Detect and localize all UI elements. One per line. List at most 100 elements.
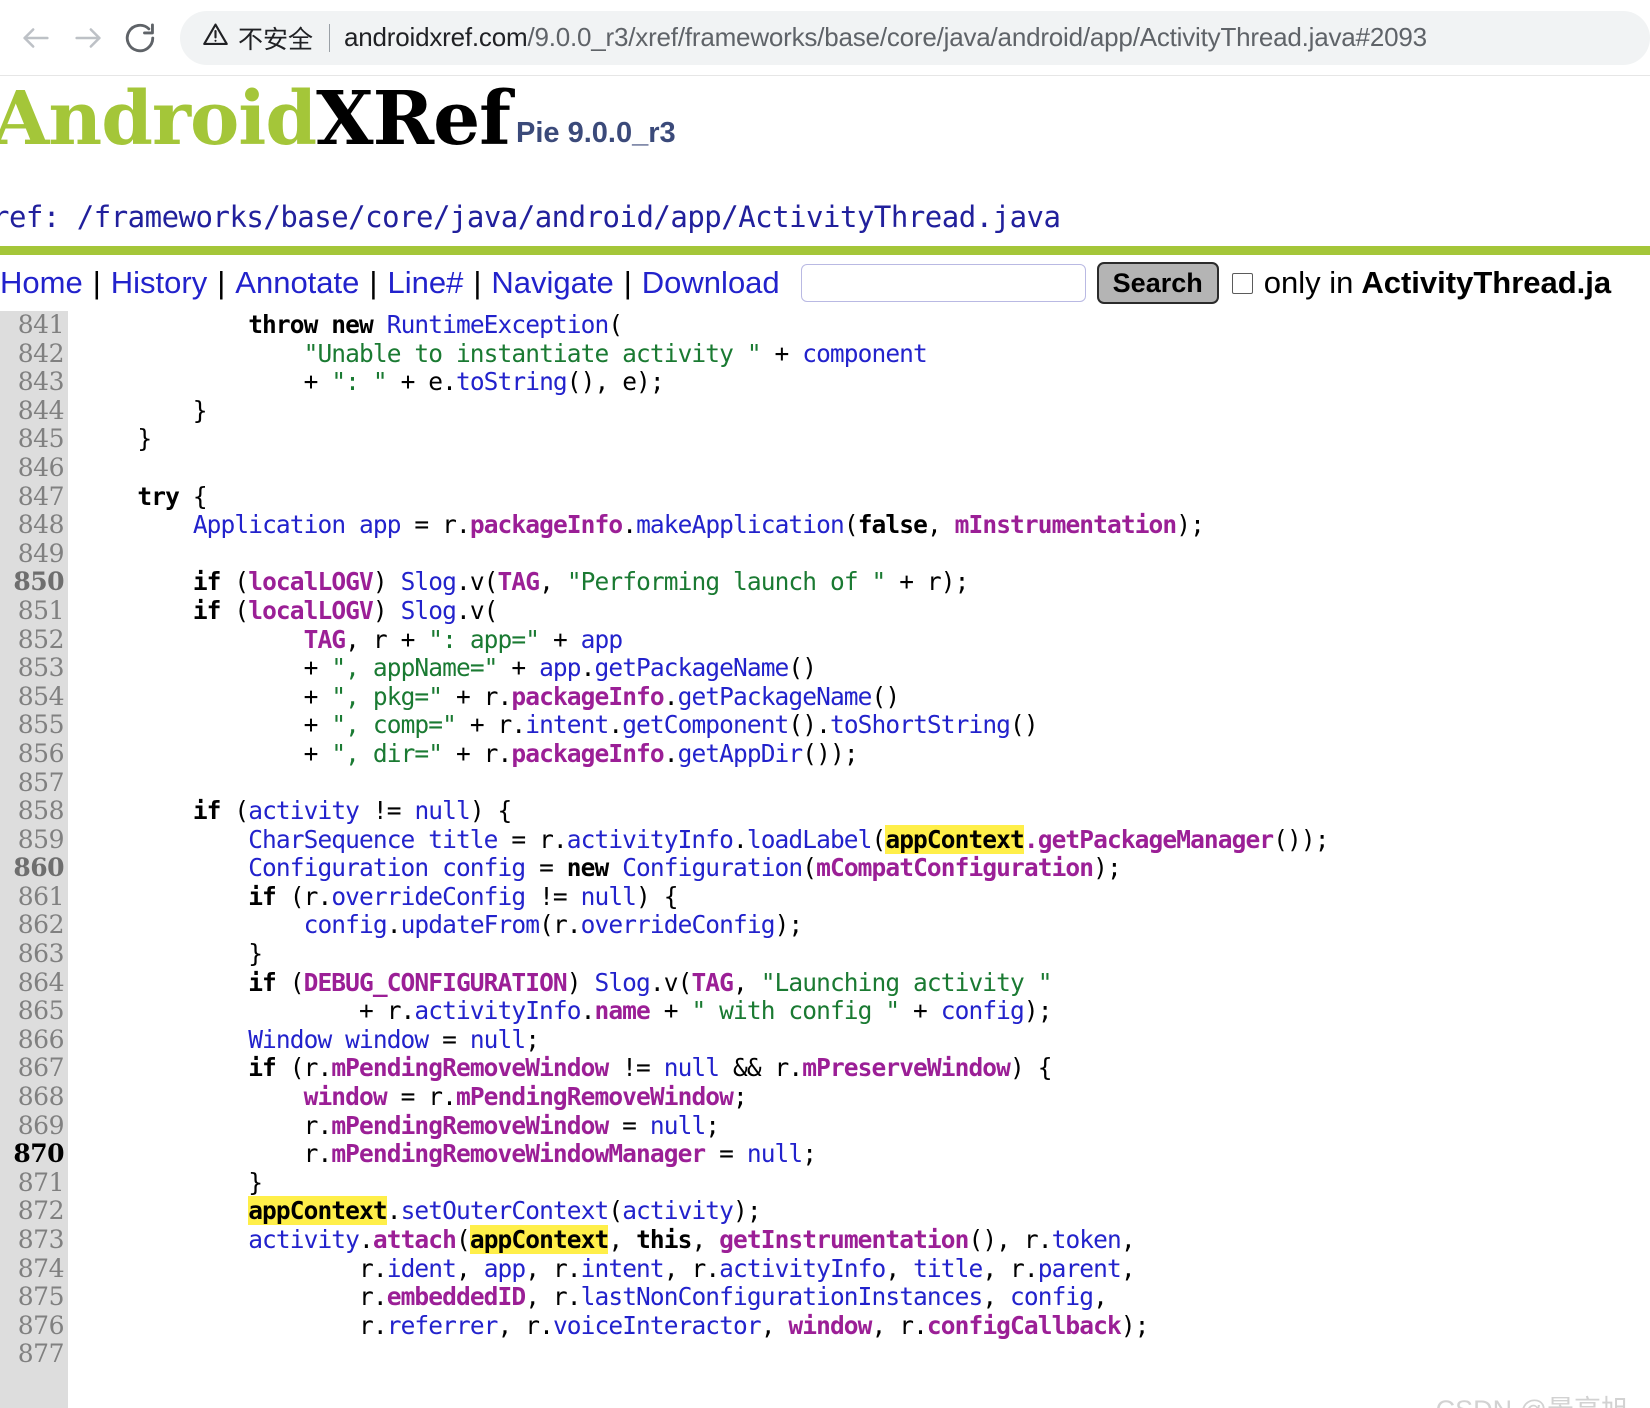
code-token: ,	[691, 1225, 720, 1254]
code-line: 854 + ", pkg=" + r.packageInfo.getPackag…	[0, 681, 1650, 712]
code-token: +	[82, 738, 332, 768]
breadcrumb-path[interactable]: /frameworks/base/core/java/android/app/A…	[60, 200, 1061, 234]
line-number[interactable]: 874	[0, 1254, 65, 1284]
code-token: mCompatConfiguration	[816, 853, 1094, 883]
nav-separator: |	[623, 265, 632, 300]
line-number[interactable]: 862	[0, 911, 65, 940]
line-number[interactable]: 846	[0, 453, 65, 483]
line-number[interactable]: 852	[0, 625, 65, 655]
site-logo[interactable]: AndroidXRef Pie 9.0.0_r3	[0, 82, 676, 156]
security-status[interactable]: 不安全	[202, 20, 313, 56]
line-number[interactable]: 876	[0, 1311, 65, 1341]
line-number[interactable]: 856	[0, 739, 65, 769]
code-token: null	[746, 1139, 803, 1169]
breadcrumb-label: ref:	[0, 200, 60, 234]
code-token: + r.	[82, 996, 415, 1026]
logo-xref-text: XRef	[316, 76, 511, 162]
code-token: (), r.	[968, 1225, 1052, 1254]
line-number[interactable]: 864	[0, 968, 65, 998]
nav-item-navigate[interactable]: Navigate	[482, 265, 622, 301]
nav-separator: |	[473, 265, 482, 300]
line-number[interactable]: 860	[0, 854, 64, 883]
line-number[interactable]: 843	[0, 368, 65, 397]
code-token: configCallback	[926, 1310, 1122, 1340]
line-number[interactable]: 855	[0, 711, 65, 740]
line-number[interactable]: 867	[0, 1054, 65, 1083]
code-token: );	[774, 910, 804, 940]
line-number[interactable]: 861	[0, 882, 65, 912]
code-token: =	[705, 1139, 747, 1169]
code-text: }	[82, 1168, 263, 1198]
address-bar[interactable]: 不安全 androidxref.com/9.0.0_r3/xref/framew…	[180, 10, 1650, 65]
line-number[interactable]: 868	[0, 1082, 65, 1112]
code-token: localLOGV	[248, 595, 374, 625]
code-token: Configuration	[622, 853, 803, 883]
line-number[interactable]: 845	[0, 425, 65, 454]
search-input[interactable]	[800, 264, 1086, 302]
breadcrumb[interactable]: ref: /frameworks/base/core/java/android/…	[0, 176, 1650, 246]
code-text: "Unable to instantiate activity " + comp…	[82, 339, 928, 369]
line-number[interactable]: 869	[0, 1111, 65, 1141]
code-line: 873 activity.attach(appContext, this, ge…	[0, 1225, 1650, 1255]
line-number[interactable]: 866	[0, 1025, 65, 1055]
code-token: r.	[82, 1139, 333, 1169]
line-number[interactable]: 851	[0, 596, 65, 626]
code-text: try {	[82, 482, 207, 512]
line-number[interactable]: 863	[0, 939, 65, 969]
line-number[interactable]: 859	[0, 825, 65, 855]
code-line: 846	[0, 453, 1650, 483]
line-number[interactable]: 872	[0, 1197, 65, 1226]
code-token: ", comp="	[331, 710, 457, 740]
back-button[interactable]	[10, 12, 62, 64]
line-number[interactable]: 850	[0, 568, 64, 597]
line-number[interactable]: 871	[0, 1168, 65, 1198]
nav-item-line-number[interactable]: Line#	[378, 265, 472, 301]
only-in-file-checkbox[interactable]	[1231, 272, 1253, 294]
line-number[interactable]: 857	[0, 768, 65, 798]
code-token: );	[1093, 853, 1122, 883]
line-number[interactable]: 842	[0, 339, 65, 369]
nav-item-home[interactable]: Home	[0, 265, 92, 301]
source-code-viewer[interactable]: 841 throw new RuntimeException(842 "Unab…	[0, 311, 1650, 1408]
code-line: 869 r.mPendingRemoveWindow = null;	[0, 1111, 1650, 1141]
code-line: 841 throw new RuntimeException(	[0, 311, 1650, 340]
line-number[interactable]: 870	[0, 1140, 64, 1169]
search-button[interactable]: Search	[1096, 262, 1219, 304]
line-number[interactable]: 858	[0, 796, 65, 826]
only-in-label: only in	[1263, 265, 1354, 300]
code-token: !=	[608, 1053, 664, 1083]
line-number[interactable]: 847	[0, 482, 65, 512]
code-line: 851 if (localLOGV) Slog.v(	[0, 595, 1650, 626]
line-number[interactable]: 848	[0, 511, 65, 540]
line-number[interactable]: 844	[0, 396, 65, 426]
line-number[interactable]: 841	[0, 311, 65, 340]
nav-item-download[interactable]: Download	[633, 265, 789, 301]
url-path: /9.0.0_r3/xref/frameworks/base/core/java…	[527, 22, 1427, 52]
only-in-filename: ActivityThread.ja	[1361, 265, 1612, 300]
code-token: overrideConfig	[580, 910, 776, 940]
line-number[interactable]: 873	[0, 1225, 65, 1255]
nav-item-annotate[interactable]: Annotate	[226, 265, 368, 301]
reload-button[interactable]	[114, 12, 166, 64]
code-text: if (localLOGV) Slog.v(	[82, 595, 499, 626]
code-token: activityInfo	[719, 1253, 886, 1283]
code-token: + r.	[442, 681, 512, 711]
line-number[interactable]: 853	[0, 654, 65, 683]
line-number[interactable]: 865	[0, 997, 65, 1026]
forward-button[interactable]	[62, 12, 114, 64]
line-number[interactable]: 849	[0, 539, 65, 569]
nav-item-history[interactable]: History	[102, 265, 216, 301]
code-token: "Launching activity "	[760, 967, 1053, 997]
code-token: activity	[248, 1225, 360, 1254]
code-line: 852 TAG, r + ": app=" + app	[0, 625, 1650, 655]
line-number[interactable]: 877	[0, 1340, 65, 1369]
code-text: r.mPendingRemoveWindowManager = null;	[82, 1139, 817, 1169]
line-number[interactable]: 875	[0, 1283, 65, 1312]
code-token: ,	[982, 1282, 1011, 1312]
line-number[interactable]: 854	[0, 682, 65, 712]
code-token: +	[497, 653, 540, 683]
code-text: r.ident, app, r.intent, r.activityInfo, …	[82, 1253, 1136, 1284]
